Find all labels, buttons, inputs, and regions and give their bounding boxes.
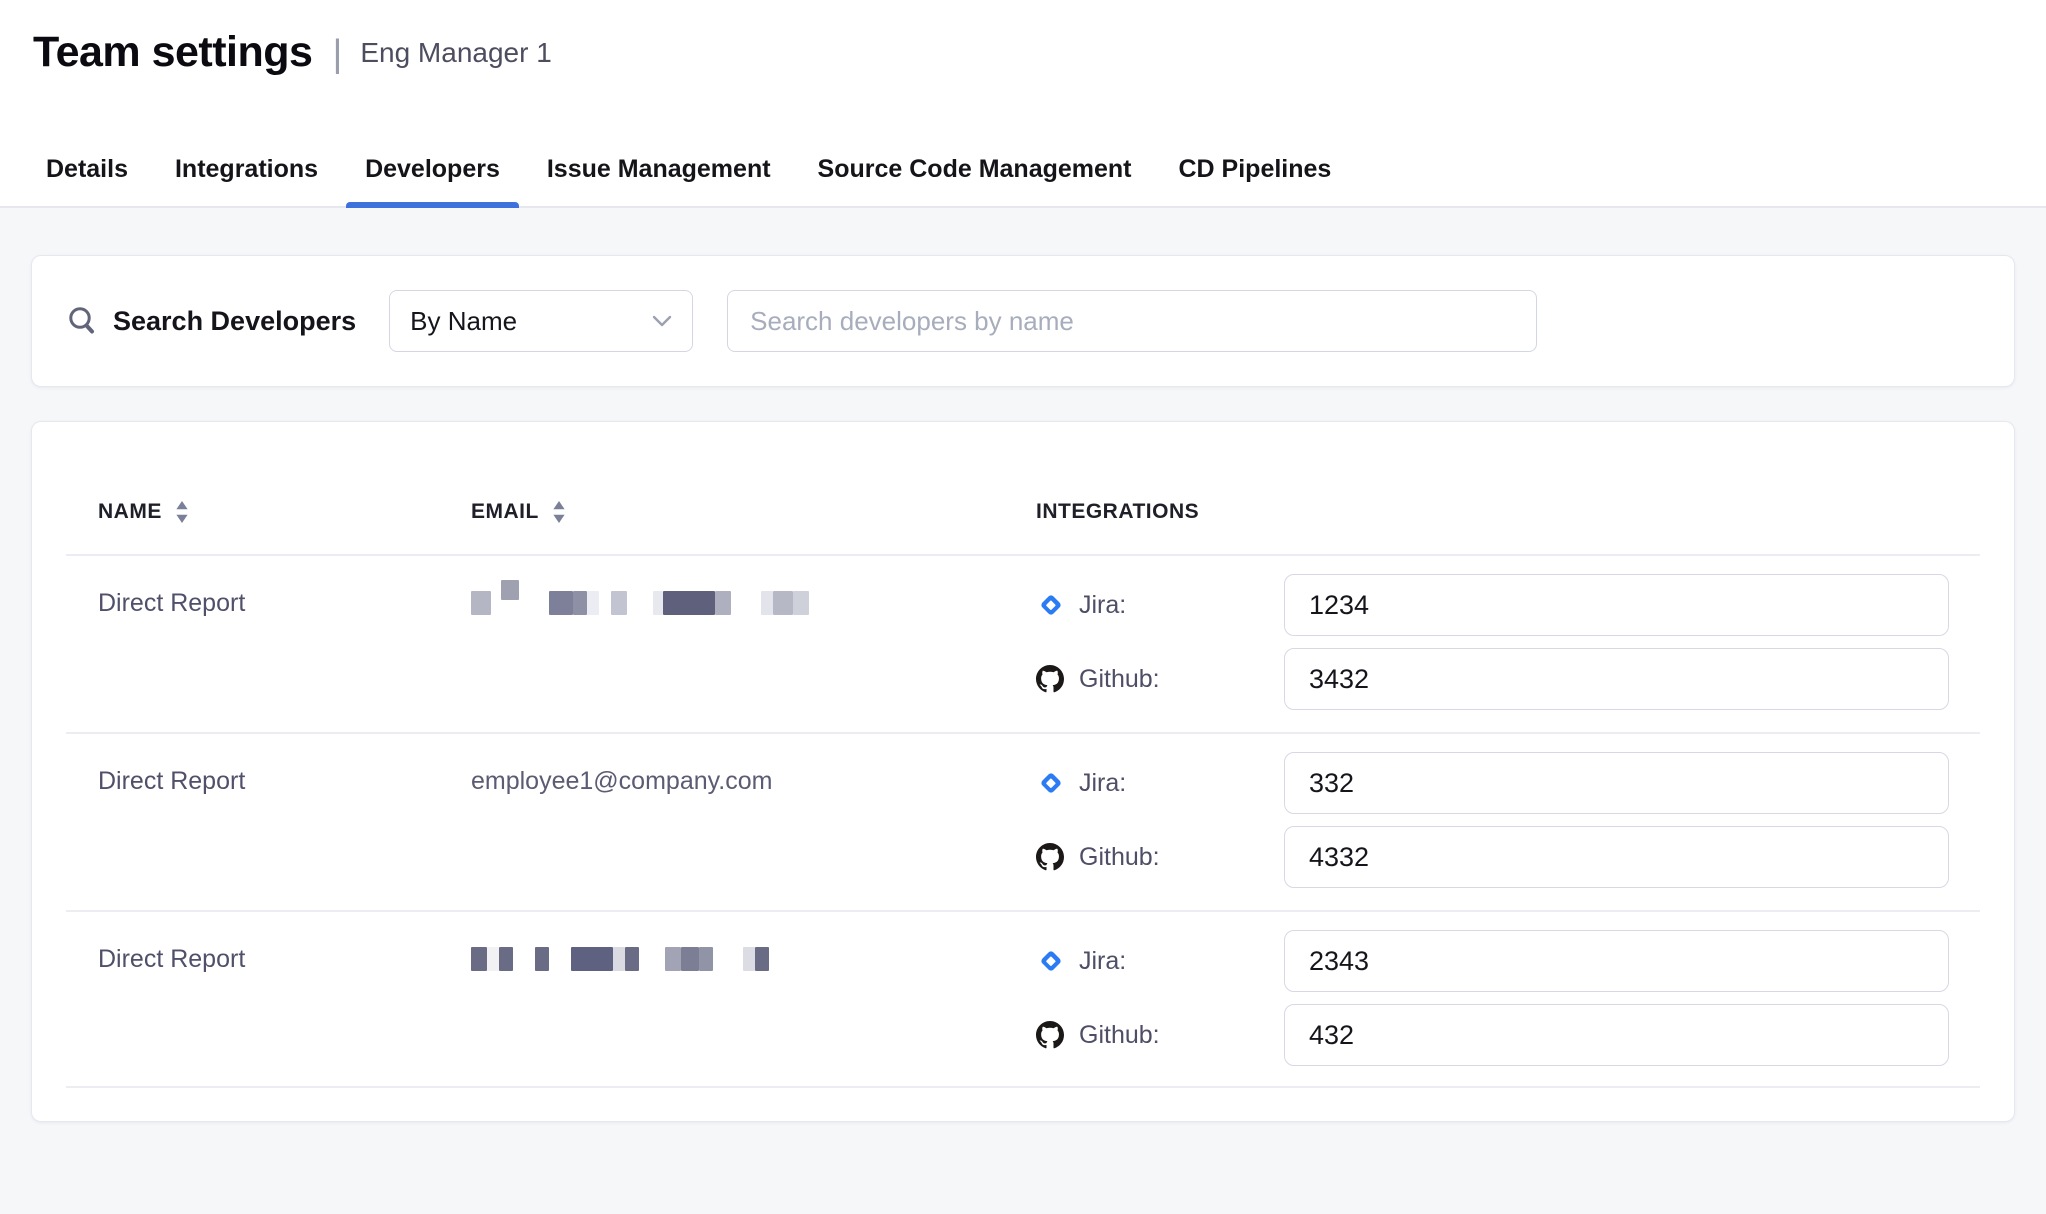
table-row: Direct Report Jira: (66, 910, 1980, 1088)
column-header-name-label: NAME (98, 500, 162, 524)
search-icon (65, 305, 97, 337)
column-header-integrations-label: INTEGRATIONS (1036, 500, 1199, 524)
developer-email: employee1@company.com (471, 734, 1036, 910)
column-header-name[interactable]: NAME (66, 500, 471, 554)
github-integration-line: Github: (1036, 1004, 1980, 1066)
github-integration-line: Github: (1036, 826, 1980, 888)
integrations-cell: Jira: Github: (1036, 556, 1980, 732)
chevron-down-icon (652, 315, 672, 327)
jira-label: Jira: (1079, 947, 1284, 976)
tab-cd-pipelines[interactable]: CD Pipelines (1179, 155, 1332, 208)
developers-table: NAME EMAIL (66, 422, 1980, 1088)
developers-table-card: NAME EMAIL (31, 421, 2015, 1122)
jira-id-input[interactable] (1284, 930, 1949, 992)
search-developers-card: Search Developers By Name (31, 255, 2015, 387)
github-integration-line: Github: (1036, 648, 1980, 710)
column-header-integrations: INTEGRATIONS (1036, 500, 1980, 554)
column-header-email-label: EMAIL (471, 500, 539, 524)
tab-issue-management[interactable]: Issue Management (547, 155, 771, 208)
search-filter-selected-value: By Name (410, 306, 652, 337)
tab-integrations[interactable]: Integrations (175, 155, 318, 208)
github-id-input[interactable] (1284, 648, 1949, 710)
sort-icon (552, 500, 566, 524)
table-row: Direct Report employee1@company.com Jira… (66, 732, 1980, 910)
integrations-cell: Jira: Github: (1036, 734, 1980, 910)
developer-email-redacted (471, 556, 1036, 732)
title-separator: | (332, 33, 342, 76)
tab-bar: Details Integrations Developers Issue Ma… (46, 155, 1331, 208)
search-filter-select[interactable]: By Name (389, 290, 693, 352)
tab-source-code-management[interactable]: Source Code Management (818, 155, 1132, 208)
jira-icon (1036, 768, 1066, 798)
developer-name: Direct Report (66, 734, 471, 910)
developer-name: Direct Report (66, 556, 471, 732)
integrations-cell: Jira: Github: (1036, 912, 1980, 1086)
page-title: Team settings (33, 28, 312, 77)
top-bar: Team settings | Eng Manager 1 Details In… (0, 0, 2046, 208)
github-label: Github: (1079, 665, 1284, 694)
team-settings-page: Team settings | Eng Manager 1 Details In… (0, 0, 2046, 1214)
github-id-input[interactable] (1284, 1004, 1949, 1066)
github-icon (1036, 664, 1066, 694)
jira-icon (1036, 590, 1066, 620)
github-icon (1036, 1020, 1066, 1050)
search-developers-label: Search Developers (113, 306, 356, 337)
github-label: Github: (1079, 843, 1284, 872)
table-header-row: NAME EMAIL (66, 422, 1980, 554)
jira-integration-line: Jira: (1036, 930, 1980, 992)
developer-name: Direct Report (66, 912, 471, 1086)
column-header-email[interactable]: EMAIL (471, 500, 1036, 554)
page-subtitle: Eng Manager 1 (360, 37, 551, 69)
github-id-input[interactable] (1284, 826, 1949, 888)
jira-icon (1036, 946, 1066, 976)
table-row: Direct Report Jira: (66, 554, 1980, 732)
search-input[interactable] (727, 290, 1537, 352)
tab-developers[interactable]: Developers (365, 155, 500, 208)
redacted-email-blocks (471, 588, 1036, 618)
redacted-email-blocks (471, 944, 1036, 974)
jira-id-input[interactable] (1284, 574, 1949, 636)
tab-details[interactable]: Details (46, 155, 128, 208)
sort-icon (175, 500, 189, 524)
developer-email-redacted (471, 912, 1036, 1086)
jira-label: Jira: (1079, 769, 1284, 798)
jira-id-input[interactable] (1284, 752, 1949, 814)
title-row: Team settings | Eng Manager 1 (33, 28, 552, 77)
github-label: Github: (1079, 1021, 1284, 1050)
github-icon (1036, 842, 1066, 872)
jira-integration-line: Jira: (1036, 574, 1980, 636)
jira-label: Jira: (1079, 591, 1284, 620)
jira-integration-line: Jira: (1036, 752, 1980, 814)
